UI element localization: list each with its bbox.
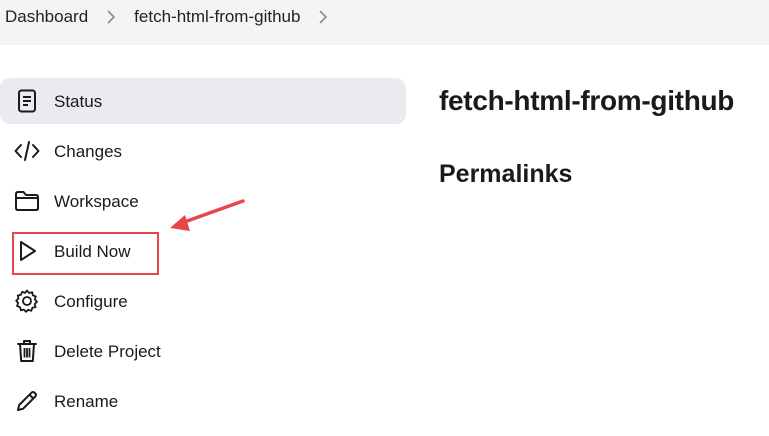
sidebar-item-changes[interactable]: Changes	[0, 128, 406, 174]
document-icon	[14, 88, 40, 114]
page-title: fetch-html-from-github	[439, 85, 735, 116]
sidebar-item-label: Delete Project	[54, 341, 161, 361]
sidebar-item-label: Configure	[54, 291, 128, 311]
top-bar: Dashboard fetch-html-from-github	[0, 0, 769, 45]
folder-icon	[14, 188, 40, 214]
permalinks-heading: Permalinks	[439, 160, 573, 188]
sidebar-item-label: Status	[54, 91, 103, 111]
sidebar-item-build-now[interactable]: Build Now	[0, 228, 406, 274]
sidebar-item-label: Rename	[54, 391, 119, 411]
chevron-right-icon[interactable]	[318, 10, 328, 24]
code-icon	[14, 138, 40, 164]
sidebar-item-status[interactable]: Status	[0, 78, 406, 124]
pencil-icon	[14, 388, 40, 414]
play-icon	[14, 238, 40, 264]
sidebar-item-rename[interactable]: Rename	[0, 378, 406, 424]
gear-icon	[14, 288, 40, 314]
sidebar-item-label: Build Now	[54, 241, 131, 261]
sidebar-item-workspace[interactable]: Workspace	[0, 178, 406, 224]
sidebar-item-label: Workspace	[54, 191, 139, 211]
sidebar-item-configure[interactable]: Configure	[0, 278, 406, 324]
breadcrumb-project[interactable]: fetch-html-from-github	[134, 7, 300, 27]
sidebar: Status Changes Workspace Build Now Confi…	[0, 78, 406, 428]
sidebar-item-label: Changes	[54, 141, 123, 161]
sidebar-item-delete-project[interactable]: Delete Project	[0, 328, 406, 374]
breadcrumb: Dashboard fetch-html-from-github	[5, 7, 346, 27]
chevron-right-icon[interactable]	[106, 10, 116, 24]
trash-icon	[14, 338, 40, 364]
breadcrumb-dashboard[interactable]: Dashboard	[5, 7, 88, 27]
